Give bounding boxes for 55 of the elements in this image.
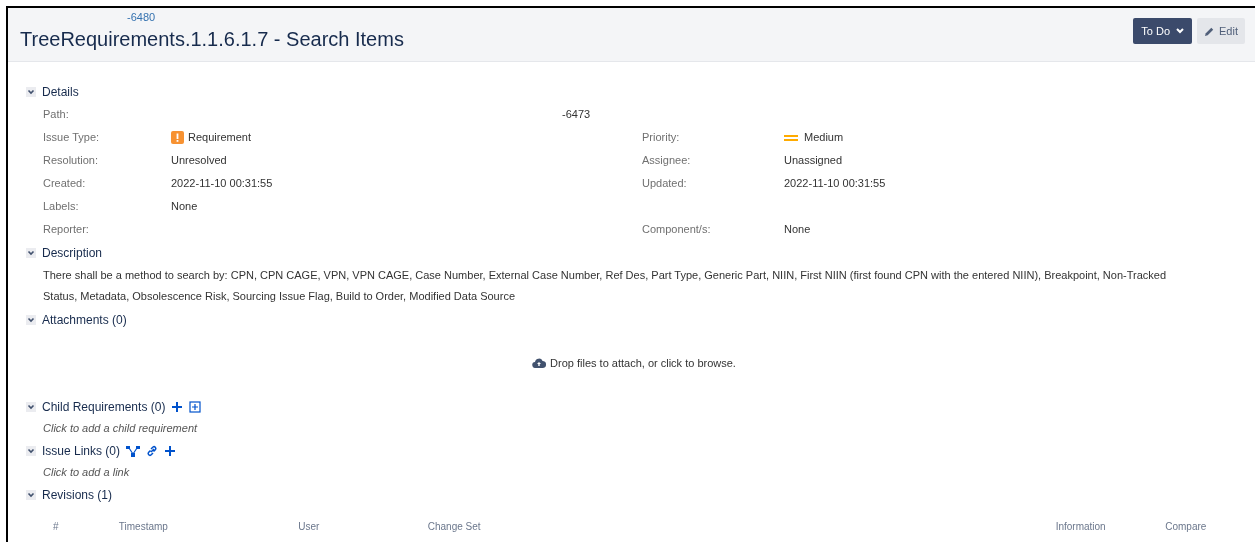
link-icon[interactable] [146, 444, 159, 457]
section-heading[interactable]: Details [42, 82, 79, 101]
field-value: 2022-11-10 00:31:55 [171, 176, 273, 192]
field-value: 2022-11-10 00:31:55 [784, 176, 886, 192]
column-header: Change Set [427, 521, 481, 532]
field-value: Requirement [188, 130, 251, 146]
chevron-down-icon[interactable] [26, 489, 36, 500]
field-value: Unassigned [784, 153, 843, 169]
field-value: -6473 [562, 107, 591, 123]
upload-cloud-icon [532, 358, 547, 368]
pencil-icon [1204, 25, 1216, 37]
caret-icon [1176, 28, 1185, 34]
field-value: Medium [804, 130, 844, 146]
field-label: Assignee: [642, 153, 692, 169]
hierarchy-icon[interactable] [126, 444, 141, 457]
requirement-icon [171, 131, 184, 144]
field-label: Priority: [642, 130, 681, 146]
plus-icon[interactable] [164, 444, 177, 457]
field-label: Updated: [642, 176, 688, 192]
chevron-down-icon[interactable] [26, 445, 36, 456]
column-header: User [298, 521, 320, 532]
breadcrumb-link[interactable]: -6480 [127, 10, 156, 24]
section-heading[interactable]: Attachments (0) [42, 310, 127, 329]
page-title: TreeRequirements.1.1.6.1.7 - Search Items [20, 27, 404, 51]
column-header: Compare [1165, 521, 1207, 532]
description-text: There shall be a method to search by: CPN, CPN CAGE, VPN, VPN CAGE, Case Number, External Case Number, Ref Des, Part Type, Generic Part, NIIN, First NIIN (first found CPN with the entered NIIN), Breakpoint, Non-Tracked Status, Metadata, Obsolescence Risk, Sourcing Issue Flag, Build to Order, Modified Data Source [43, 268, 1168, 304]
edit-button[interactable]: Edit [1197, 18, 1245, 44]
status-dropdown-button[interactable]: To Do [1133, 18, 1193, 44]
section-heading[interactable]: Issue Links (0) [42, 441, 121, 460]
field-value: None [784, 222, 811, 238]
chevron-down-icon[interactable] [26, 314, 36, 325]
field-value: Unresolved [171, 153, 227, 169]
plus-icon[interactable] [171, 400, 184, 413]
chevron-down-icon[interactable] [26, 86, 36, 97]
field-label: Issue Type: [43, 130, 101, 146]
field-label: Component/s: [642, 222, 712, 238]
chevron-down-icon[interactable] [26, 401, 36, 412]
column-header: # [53, 521, 59, 532]
column-header: Timestamp [118, 521, 168, 532]
field-value: None [171, 199, 198, 215]
field-label: Created: [43, 176, 87, 192]
field-label: Labels: [43, 199, 80, 215]
field-label: Resolution: [43, 153, 100, 169]
add-link[interactable]: Click to add a link [43, 462, 130, 483]
equals-icon [784, 133, 798, 142]
section-heading[interactable]: Description [42, 243, 103, 262]
column-header: Information [1055, 521, 1106, 532]
field-label: Path: [43, 107, 70, 123]
section-heading[interactable]: Child Requirements (0) [42, 397, 166, 416]
field-label: Reporter: [43, 222, 90, 238]
section-heading[interactable]: Revisions (1) [42, 485, 113, 504]
chevron-down-icon[interactable] [26, 247, 36, 258]
add-link[interactable]: Click to add a child requirement [43, 418, 198, 439]
plus-square-icon[interactable] [189, 400, 202, 413]
drop-files-link[interactable]: Drop files to attach, or click to browse. [550, 354, 736, 372]
